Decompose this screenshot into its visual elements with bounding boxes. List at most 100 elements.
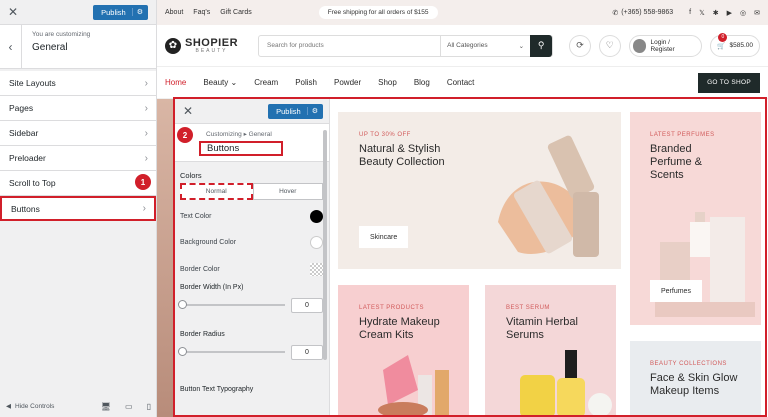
tablet-preview-icon[interactable]: ▭ <box>125 402 133 411</box>
chevron-down-icon: ⌄ <box>518 42 525 50</box>
category-label: All Categories <box>447 42 488 49</box>
skincare-button[interactable]: Skincare <box>359 226 409 248</box>
pane-scrollbar[interactable] <box>323 130 327 360</box>
promo-title: Hydrate Makeup Cream Kits <box>359 316 440 341</box>
publish-label: Publish <box>101 7 126 17</box>
cart-count-badge: 0 <box>718 32 728 42</box>
typography-label: Button Text Typography <box>180 385 254 393</box>
text-color-label: Text Color <box>180 212 212 220</box>
site-logo[interactable]: ✿ SHOPIER BEAUTY <box>165 37 238 54</box>
hide-controls-icon[interactable]: ◀ <box>6 402 11 410</box>
border-width-slider[interactable] <box>178 300 285 309</box>
nav-shop[interactable]: Shop <box>378 78 397 87</box>
text-color-swatch[interactable] <box>310 209 323 223</box>
promo-card-hydrate[interactable]: LATEST PRODUCTS Hydrate Makeup Cream Kit… <box>338 285 469 417</box>
category-select[interactable]: All Categories ⌄ <box>440 35 530 56</box>
compare-button[interactable]: ⟳ <box>569 34 591 57</box>
nav-home[interactable]: Home <box>165 78 186 87</box>
customizer-topbar: ✕ Publish ⚙ <box>0 0 156 25</box>
pane-header: Customizing ▸ General Buttons <box>175 124 329 162</box>
tab-hover[interactable]: Hover <box>252 183 323 200</box>
youtube-icon[interactable]: ▶ <box>727 9 732 17</box>
border-width-input[interactable]: 0 <box>291 297 323 313</box>
nav-polish[interactable]: Polish <box>295 78 317 87</box>
nav-blog[interactable]: Blog <box>414 78 430 87</box>
context-title: General <box>32 42 68 53</box>
border-radius-label: Border Radius <box>180 330 225 338</box>
section-sidebar[interactable]: Sidebar › <box>0 121 156 146</box>
section-pages[interactable]: Pages › <box>0 96 156 121</box>
cart-button[interactable]: 🛒 0 $585.00 <box>710 32 761 57</box>
border-radius-slider[interactable] <box>178 347 285 356</box>
promo-card-skincare[interactable]: UP TO 30% OFF Natural & Stylish Beauty C… <box>338 112 621 269</box>
perfume-bottle-image <box>655 212 755 317</box>
nav-beauty[interactable]: Beauty ⌄ <box>203 78 237 87</box>
cart-icon: 🛒 <box>717 42 726 50</box>
publish-label: Publish <box>276 106 301 116</box>
tab-normal[interactable]: Normal <box>180 183 253 200</box>
promo-card-face[interactable]: BEAUTY COLLECTIONS Face & Skin Glow Make… <box>630 341 761 417</box>
topbar-link-about[interactable]: About <box>165 9 183 16</box>
search-input[interactable] <box>259 35 441 56</box>
desktop-preview-icon[interactable]: 🖥 <box>101 402 111 411</box>
background-color-row: Background Color <box>180 230 323 257</box>
email-icon[interactable]: ✉ <box>754 9 760 17</box>
promo-card-perfume[interactable]: LATEST PERFUMES Branded Perfume & Scents… <box>630 112 761 325</box>
close-pane-button[interactable]: ✕ <box>183 104 193 118</box>
section-buttons[interactable]: Buttons › <box>0 196 156 221</box>
instagram-icon[interactable]: ◎ <box>740 9 746 17</box>
x-icon[interactable]: 𝕏 <box>699 9 705 17</box>
gear-icon[interactable]: ⚙ <box>306 107 318 115</box>
search-button[interactable]: ⚲ <box>530 34 553 57</box>
background-color-swatch[interactable] <box>310 236 323 250</box>
section-scroll-to-top[interactable]: Scroll to Top <box>0 171 156 196</box>
gear-icon[interactable]: ⚙ <box>131 8 143 16</box>
logo-mark-icon: ✿ <box>165 37 181 54</box>
back-button[interactable]: ‹ <box>0 25 22 68</box>
hide-controls-label[interactable]: Hide Controls <box>15 403 54 410</box>
border-radius-input[interactable]: 0 <box>291 344 323 360</box>
slider-handle[interactable] <box>178 300 187 309</box>
topbar-link-gift-cards[interactable]: Gift Cards <box>220 9 252 16</box>
promo-title: Face & Skin Glow Makeup Items <box>650 372 738 397</box>
promo-card-vitamin[interactable]: BEST SERUM Vitamin Herbal Serums <box>485 285 616 417</box>
pane-topbar: ✕ Publish ⚙ <box>175 99 329 124</box>
section-preloader[interactable]: Preloader › <box>0 146 156 171</box>
section-site-layouts[interactable]: Site Layouts › <box>0 71 156 96</box>
go-to-shop-button[interactable]: GO TO SHOP <box>698 72 760 93</box>
wishlist-button[interactable]: ♡ <box>598 34 621 57</box>
login-button[interactable]: Login / Register <box>628 34 703 57</box>
facebook-icon[interactable]: f <box>689 9 691 17</box>
chevron-right-icon: › <box>142 203 146 214</box>
promo-eyebrow: LATEST PERFUMES <box>650 132 715 138</box>
section-label: Sidebar <box>9 128 39 138</box>
promo-eyebrow: BEAUTY COLLECTIONS <box>650 361 727 367</box>
promo-eyebrow: LATEST PRODUCTS <box>359 305 424 311</box>
pane-publish-button[interactable]: Publish ⚙ <box>268 103 323 119</box>
nav-contact[interactable]: Contact <box>447 78 475 87</box>
border-width-control: 0 <box>178 297 323 313</box>
perfumes-button[interactable]: Perfumes <box>650 280 702 302</box>
topbar-link-faqs[interactable]: Faq's <box>193 9 210 16</box>
mobile-preview-icon[interactable]: ▯ <box>147 402 151 411</box>
login-label: Login / Register <box>650 38 675 53</box>
close-customizer-button[interactable]: ✕ <box>8 5 18 19</box>
site-header: ✿ SHOPIER BEAUTY All Categories ⌄ ⚲ ⟳ ♡ … <box>157 25 768 67</box>
section-label: Pages <box>9 103 34 113</box>
yelp-icon[interactable]: ✱ <box>713 9 719 17</box>
phone-number[interactable]: ✆ (+365) 558-9863 <box>612 9 673 17</box>
hero-model-image <box>157 99 173 417</box>
slider-handle[interactable] <box>178 347 187 356</box>
phone-icon: ✆ <box>612 9 619 17</box>
text-color-row: Text Color <box>180 203 323 230</box>
promo-eyebrow: BEST SERUM <box>506 305 550 311</box>
border-width-label: Border Width (In Px) <box>180 283 244 291</box>
publish-button[interactable]: Publish ⚙ <box>93 4 148 20</box>
pane-body: Colors Normal Hover Text Color Backgroun… <box>175 162 329 393</box>
nav-cream[interactable]: Cream <box>254 78 278 87</box>
context-subtitle: You are customizing <box>32 31 91 38</box>
nav-powder[interactable]: Powder <box>334 78 361 87</box>
section-label: Buttons <box>11 203 40 214</box>
border-color-swatch[interactable] <box>310 262 323 276</box>
promo-title: Natural & Stylish Beauty Collection <box>359 143 445 168</box>
